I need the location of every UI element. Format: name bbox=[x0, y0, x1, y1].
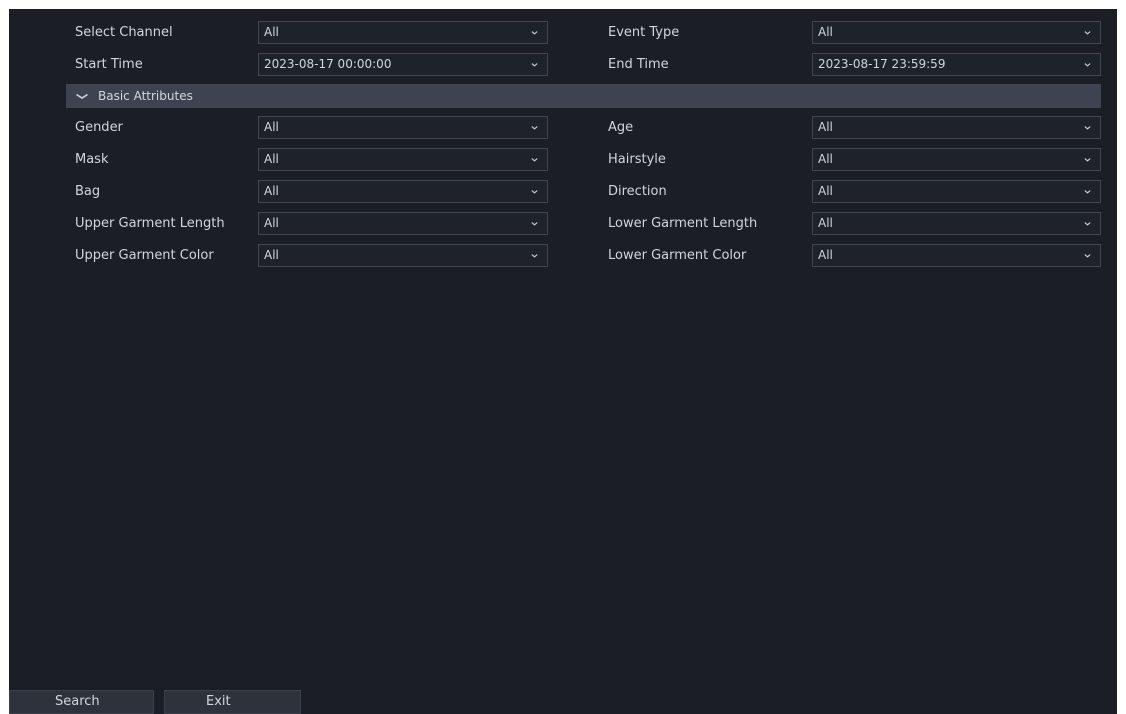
attribute-row-mask-hairstyle: Mask All Hairstyle All bbox=[9, 147, 1117, 173]
section-title: Basic Attributes bbox=[98, 89, 193, 103]
chevron-down-icon bbox=[1084, 126, 1091, 130]
gender-label: Gender bbox=[75, 120, 123, 135]
upper-garment-length-label: Upper Garment Length bbox=[75, 216, 225, 231]
chevron-down-icon bbox=[531, 158, 538, 162]
search-panel: Select Channel All Event Type All Start … bbox=[9, 9, 1117, 714]
chevron-down-icon bbox=[1084, 63, 1091, 67]
bag-value: All bbox=[264, 184, 279, 198]
age-value: All bbox=[818, 120, 833, 134]
event-type-dropdown[interactable]: All bbox=[812, 21, 1101, 44]
search-button[interactable]: Search bbox=[9, 690, 154, 714]
lower-garment-color-value: All bbox=[818, 248, 833, 262]
gender-value: All bbox=[264, 120, 279, 134]
age-label: Age bbox=[608, 120, 634, 135]
chevron-down-icon bbox=[1084, 190, 1091, 194]
hairstyle-value: All bbox=[818, 152, 833, 166]
chevron-down-icon bbox=[531, 190, 538, 194]
mask-label: Mask bbox=[75, 152, 109, 167]
mask-dropdown[interactable]: All bbox=[258, 148, 548, 171]
chevron-down-icon bbox=[76, 93, 88, 99]
end-time-field[interactable]: 2023-08-17 23:59:59 bbox=[812, 53, 1101, 76]
end-time-value: 2023-08-17 23:59:59 bbox=[818, 57, 946, 71]
lower-garment-length-label: Lower Garment Length bbox=[608, 216, 758, 231]
chevron-down-icon bbox=[1084, 222, 1091, 226]
direction-value: All bbox=[818, 184, 833, 198]
age-dropdown[interactable]: All bbox=[812, 116, 1101, 139]
direction-label: Direction bbox=[608, 184, 667, 199]
event-type-label: Event Type bbox=[608, 25, 680, 40]
chevron-down-icon bbox=[531, 254, 538, 258]
lower-garment-length-value: All bbox=[818, 216, 833, 230]
lower-garment-length-dropdown[interactable]: All bbox=[812, 212, 1101, 235]
exit-button[interactable]: Exit bbox=[164, 690, 301, 714]
select-channel-value: All bbox=[264, 25, 279, 39]
gender-dropdown[interactable]: All bbox=[258, 116, 548, 139]
chevron-down-icon bbox=[1084, 31, 1091, 35]
upper-garment-color-value: All bbox=[264, 248, 279, 262]
attribute-row-bag-direction: Bag All Direction All bbox=[9, 179, 1117, 205]
chevron-down-icon bbox=[531, 126, 538, 130]
basic-attributes-section-toggle[interactable]: Basic Attributes bbox=[66, 84, 1101, 108]
select-channel-label: Select Channel bbox=[75, 25, 173, 40]
chevron-down-icon bbox=[1084, 254, 1091, 258]
filter-row-time: Start Time 2023-08-17 00:00:00 End Time … bbox=[9, 52, 1117, 78]
bag-dropdown[interactable]: All bbox=[258, 180, 548, 203]
direction-dropdown[interactable]: All bbox=[812, 180, 1101, 203]
event-type-value: All bbox=[818, 25, 833, 39]
upper-garment-length-value: All bbox=[264, 216, 279, 230]
hairstyle-label: Hairstyle bbox=[608, 152, 666, 167]
start-time-label: Start Time bbox=[75, 57, 143, 72]
filter-row-channel-event: Select Channel All Event Type All bbox=[9, 20, 1117, 46]
lower-garment-color-label: Lower Garment Color bbox=[608, 248, 747, 263]
mask-value: All bbox=[264, 152, 279, 166]
chevron-down-icon bbox=[531, 222, 538, 226]
upper-garment-length-dropdown[interactable]: All bbox=[258, 212, 548, 235]
start-time-field[interactable]: 2023-08-17 00:00:00 bbox=[258, 53, 548, 76]
chevron-down-icon bbox=[531, 63, 538, 67]
attribute-row-gender-age: Gender All Age All bbox=[9, 115, 1117, 141]
chevron-down-icon bbox=[1084, 158, 1091, 162]
select-channel-dropdown[interactable]: All bbox=[258, 21, 548, 44]
chevron-down-icon bbox=[531, 31, 538, 35]
start-time-value: 2023-08-17 00:00:00 bbox=[264, 57, 392, 71]
upper-garment-color-label: Upper Garment Color bbox=[75, 248, 214, 263]
upper-garment-color-dropdown[interactable]: All bbox=[258, 244, 548, 267]
bag-label: Bag bbox=[75, 184, 101, 199]
hairstyle-dropdown[interactable]: All bbox=[812, 148, 1101, 171]
attribute-row-garment-length: Upper Garment Length All Lower Garment L… bbox=[9, 211, 1117, 237]
lower-garment-color-dropdown[interactable]: All bbox=[812, 244, 1101, 267]
end-time-label: End Time bbox=[608, 57, 669, 72]
attribute-row-garment-color: Upper Garment Color All Lower Garment Co… bbox=[9, 243, 1117, 269]
